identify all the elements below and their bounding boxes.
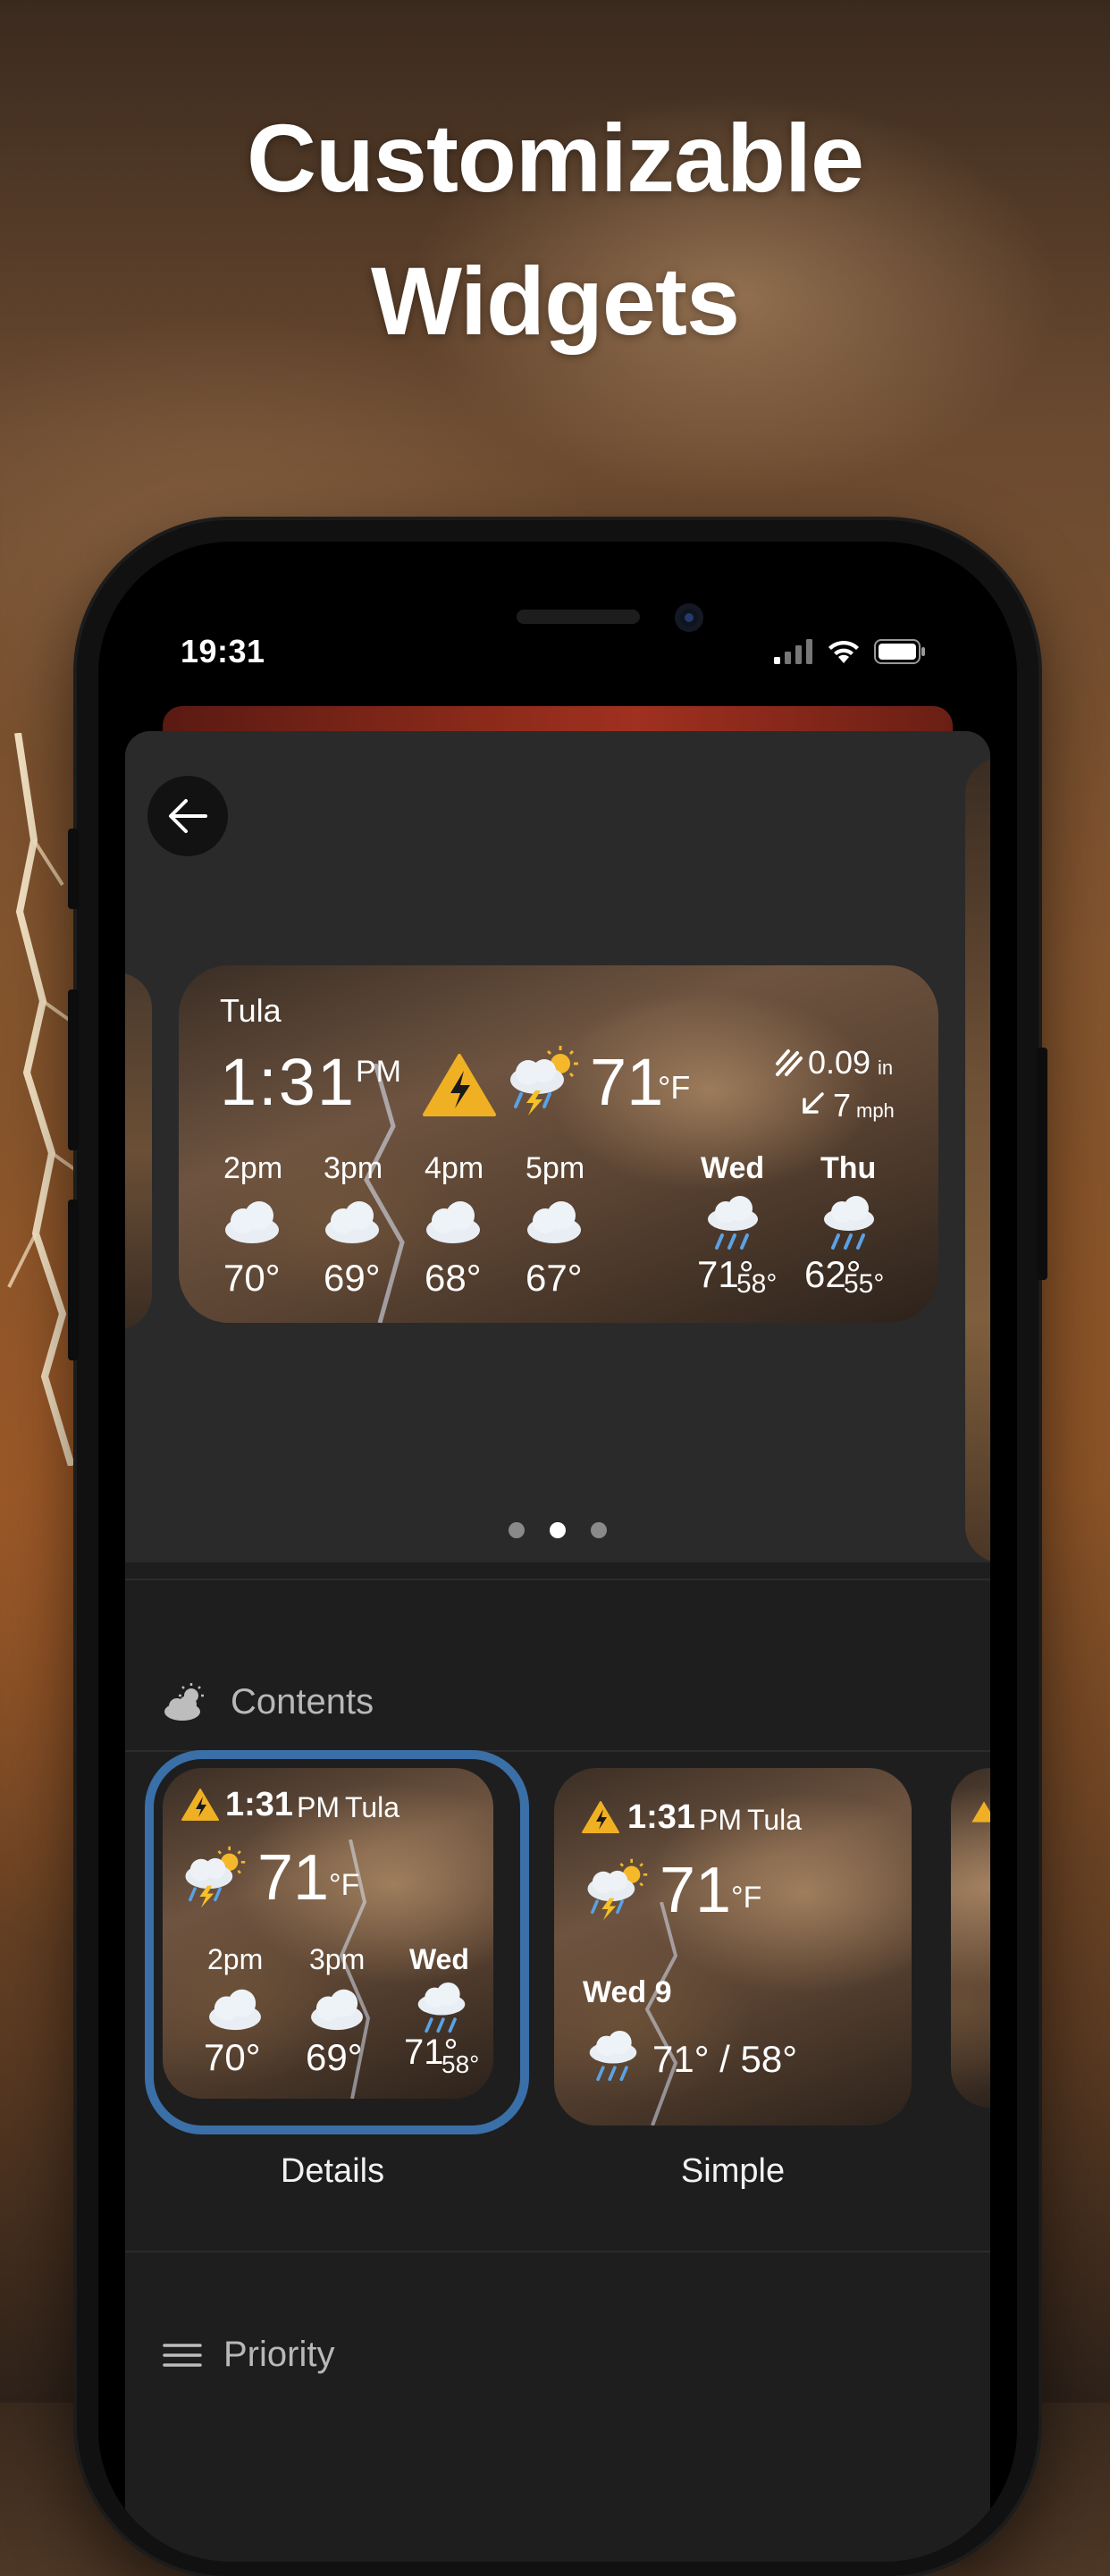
option-caption-details[interactable]: Details xyxy=(145,2152,520,2191)
contents-option-next-peek[interactable] xyxy=(951,1768,990,2108)
featured-widget[interactable]: Tula 1:31 PM 71 °F 0.09 in 7 mph 2pm 3pm… xyxy=(179,965,938,1323)
earpiece-speaker xyxy=(517,610,640,624)
hourly-label: 2pm xyxy=(223,1151,283,1185)
power-button xyxy=(1037,1048,1047,1280)
precipitation-icon xyxy=(776,1049,803,1076)
cloud-icon xyxy=(311,1989,363,2031)
status-icons xyxy=(774,638,926,665)
daily-low: 55° xyxy=(844,1269,885,1299)
precip-amount: 0.09 xyxy=(808,1044,871,1081)
option-ampm: PM xyxy=(297,1791,340,1823)
option-column-temp: 69° xyxy=(306,2036,363,2078)
section-divider xyxy=(125,2251,990,2252)
option-location: Tula xyxy=(747,1804,803,1836)
thunderstorm-partly-sunny-icon xyxy=(510,1046,578,1115)
arrow-left-icon xyxy=(169,799,207,833)
cellular-signal-icon xyxy=(774,639,812,664)
option-location: Tula xyxy=(345,1791,400,1823)
wifi-icon xyxy=(828,640,859,663)
priority-section-title: Priority xyxy=(223,2335,335,2374)
thunderstorm-partly-sunny-icon xyxy=(185,1846,246,1908)
widget-time: 1:31 xyxy=(220,1045,357,1119)
option-ampm: PM xyxy=(699,1804,742,1836)
option-column-temp: 70° xyxy=(204,2036,261,2078)
page-indicator[interactable] xyxy=(125,1522,990,1538)
page-dot[interactable] xyxy=(591,1522,607,1538)
phone-frame: 19:31 Tula 1:31 PM 71 °F 0.09 in 7 mph 2… xyxy=(68,520,1047,2576)
status-time: 19:31 xyxy=(181,633,265,669)
option-caption-simple[interactable]: Simple xyxy=(545,2152,921,2191)
next-widget-peek[interactable] xyxy=(965,758,990,1562)
hourly-temp: 68° xyxy=(425,1257,482,1299)
cloud-icon xyxy=(527,1201,581,1243)
headline-line-1: Customizable xyxy=(246,104,864,212)
daily-label: Wed xyxy=(701,1151,765,1185)
wind-speed: 7 xyxy=(833,1087,852,1124)
contents-section-title: Contents xyxy=(231,1682,374,1722)
option-temperature: 71 xyxy=(660,1855,732,1926)
option-column-label: Wed xyxy=(409,1943,469,1975)
back-button[interactable] xyxy=(147,776,228,856)
rain-cloud-icon xyxy=(708,1196,758,1250)
option-temp-unit: °F xyxy=(329,1868,360,1902)
headline-line-2: Widgets xyxy=(370,247,740,355)
partly-cloudy-icon xyxy=(164,1682,204,1721)
phone-screen: 19:31 Tula 1:31 PM 71 °F 0.09 in 7 mph 2… xyxy=(98,542,1017,2562)
page-dot-active[interactable] xyxy=(550,1522,566,1538)
cloud-icon xyxy=(426,1201,480,1243)
widget-location: Tula xyxy=(220,992,282,1029)
menu-lines-icon xyxy=(163,2343,202,2367)
hourly-temp: 69° xyxy=(324,1257,381,1299)
hourly-label: 4pm xyxy=(425,1151,484,1185)
wind-unit: mph xyxy=(856,1099,895,1122)
option-column-label: 2pm xyxy=(207,1943,264,1975)
battery-icon xyxy=(874,639,925,664)
hourly-label: 5pm xyxy=(526,1151,585,1185)
section-divider xyxy=(125,1578,990,1580)
volume-up-button xyxy=(68,989,79,1150)
previous-widget-peek[interactable] xyxy=(125,972,152,1330)
widget-temp-unit: °F xyxy=(658,1069,691,1106)
daily-label: Thu xyxy=(820,1151,877,1185)
thunderstorm-partly-sunny-icon xyxy=(587,1858,648,1921)
option-range: 71° / 58° xyxy=(652,2038,798,2080)
widget-ampm: PM xyxy=(356,1055,401,1089)
priority-section-header: Priority xyxy=(163,2335,334,2375)
cloud-icon xyxy=(209,1989,261,2031)
option-column-label: 3pm xyxy=(309,1943,366,1975)
option-time: 1:31 xyxy=(627,1798,696,1836)
page-dot[interactable] xyxy=(509,1522,525,1538)
lightning-background-graphic xyxy=(644,1902,678,2126)
front-camera xyxy=(675,603,703,632)
cloud-icon xyxy=(325,1201,379,1243)
option-day-label: Wed 9 xyxy=(583,1975,672,2009)
option-temp-unit: °F xyxy=(731,1881,762,1915)
wind-direction-icon xyxy=(803,1092,824,1114)
precip-unit: in xyxy=(878,1056,894,1079)
daily-low: 58° xyxy=(736,1269,778,1299)
rain-cloud-icon xyxy=(824,1196,874,1250)
hourly-label: 3pm xyxy=(324,1151,383,1185)
lightning-warning-icon xyxy=(971,1801,990,1823)
lightning-warning-icon xyxy=(181,1789,219,1821)
rain-cloud-icon xyxy=(589,2030,637,2082)
hourly-temp: 67° xyxy=(526,1257,583,1299)
contents-option-simple[interactable]: 1:31 PM Tula 71 °F Wed 9 71° / 58° xyxy=(554,1768,912,2126)
option-temperature: 71 xyxy=(257,1842,330,1914)
option-time: 1:31 xyxy=(225,1786,294,1823)
volume-down-button xyxy=(68,1200,79,1360)
lightning-warning-icon xyxy=(582,1801,619,1833)
contents-section-header: Contents xyxy=(163,1682,374,1722)
cloud-icon xyxy=(225,1201,279,1243)
widget-settings-sheet: Tula 1:31 PM 71 °F 0.09 in 7 mph 2pm 3pm… xyxy=(125,731,990,2562)
option-column-low: 58° xyxy=(441,2050,480,2078)
hourly-temp: 70° xyxy=(223,1257,281,1299)
widget-temperature: 71 xyxy=(590,1045,664,1119)
mute-switch xyxy=(68,829,79,909)
rain-cloud-icon xyxy=(417,1982,466,2033)
widget-preview-area: Tula 1:31 PM 71 °F 0.09 in 7 mph 2pm 3pm… xyxy=(125,731,990,1562)
lightning-warning-icon xyxy=(423,1054,496,1116)
contents-option-details[interactable]: 1:31 PM Tula 71 °F 2pm 3pm Wed 70° 69° 7… xyxy=(163,1768,493,2099)
